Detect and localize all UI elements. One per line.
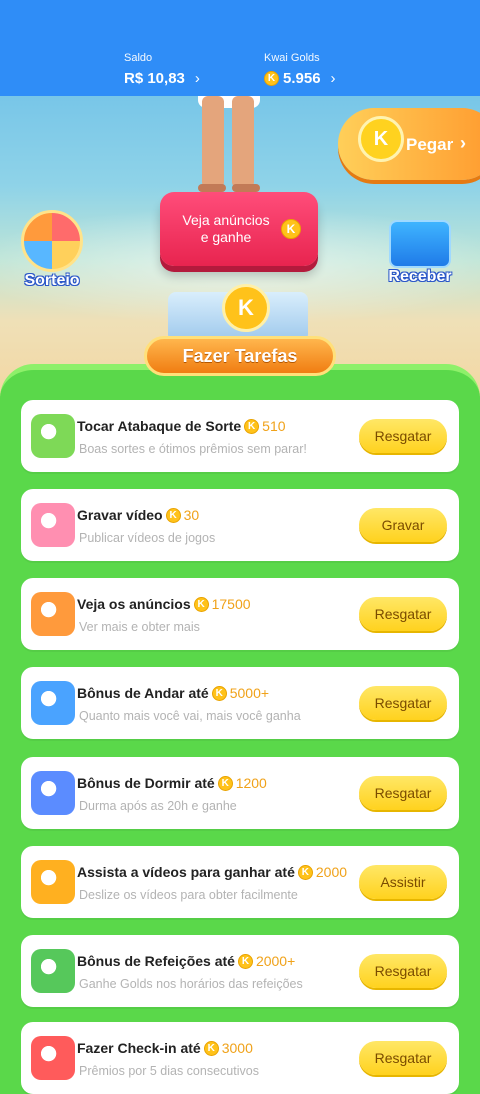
chevron-right-icon: › <box>194 70 200 87</box>
watch-ads-button[interactable]: Veja anúncios e ganhe K <box>160 192 318 266</box>
sorteio-button[interactable]: Sorteio <box>12 210 92 290</box>
task-subtitle: Quanto mais você vai, mais você ganha <box>79 709 301 723</box>
calendar-icon <box>31 1036 75 1080</box>
tv-ad-icon <box>31 592 75 636</box>
task-subtitle: Ganhe Golds nos horários das refeições <box>79 977 303 991</box>
pegar-label: Pegar <box>406 135 454 154</box>
task-reward-amount: 2000+ <box>255 953 296 969</box>
k-coin-icon: K <box>244 418 260 434</box>
task-reward-amount: 2000 <box>315 864 348 880</box>
tasks-banner-title: Fazer Tarefas <box>144 336 336 376</box>
pegar-button[interactable]: K Pegar › <box>338 108 480 180</box>
task-title-row: Bônus de Refeições até K 2000+ <box>77 953 295 969</box>
task-reward-amount: 30 <box>183 507 200 523</box>
task-title: Tocar Atabaque de Sorte <box>77 418 242 434</box>
camera-record-icon <box>31 503 75 547</box>
task-title-row: Assista a vídeos para ganhar até K 2000 <box>77 864 347 880</box>
task-title-row: Bônus de Andar até K 5000+ <box>77 685 269 701</box>
watch-ads-label: Veja anúncios e ganhe <box>182 212 270 245</box>
saldo-value: R$ 10,83 <box>124 70 185 87</box>
task-action-button[interactable]: Gravar <box>359 508 447 542</box>
task-card: Bônus de Andar até K 5000+ Quanto mais você… <box>21 667 459 739</box>
meal-icon <box>31 949 75 993</box>
task-title: Fazer Check-in até <box>77 1040 201 1056</box>
task-action-button[interactable]: Resgatar <box>359 776 447 810</box>
task-title: Gravar vídeo <box>77 507 163 523</box>
task-action-button[interactable]: Resgatar <box>359 597 447 631</box>
tasks-banner: K Fazer Tarefas <box>110 284 370 384</box>
chevron-right-icon: › <box>330 70 336 87</box>
task-subtitle: Publicar vídeos de jogos <box>79 531 216 545</box>
task-card: Assista a vídeos para ganhar até K 2000 Des… <box>21 846 459 918</box>
k-coin-icon: K <box>165 507 181 523</box>
task-card: Gravar vídeo K 30 Publicar vídeos de jogos G… <box>21 489 459 561</box>
task-title: Bônus de Refeições até <box>77 953 235 969</box>
receber-label: Receber <box>388 268 452 285</box>
task-action-button[interactable]: Resgatar <box>359 1041 447 1075</box>
k-coin-icon: K <box>358 116 404 162</box>
task-subtitle: Durma após as 20h e ganhe <box>79 799 237 813</box>
task-subtitle: Ver mais e obter mais <box>79 620 200 634</box>
k-coin-icon: K <box>217 775 233 791</box>
k-coin-icon: K <box>211 685 227 701</box>
k-coin-icon: K <box>222 284 270 332</box>
task-card: Fazer Check-in até K 3000 Prêmios por 5 dia… <box>21 1022 459 1094</box>
saldo-balance[interactable]: Saldo R$ 10,83 › <box>124 52 200 87</box>
receber-button[interactable]: Receber <box>380 220 460 286</box>
task-card: Veja os anúncios K 17500 Ver mais e obter m… <box>21 578 459 650</box>
task-title-row: Tocar Atabaque de Sorte K 510 <box>77 418 286 434</box>
walking-icon <box>31 681 75 725</box>
task-reward-amount: 1200 <box>235 775 267 791</box>
task-action-button[interactable]: Assistir <box>359 865 447 899</box>
task-action-button[interactable]: Resgatar <box>359 954 447 988</box>
task-title: Bônus de Andar até <box>77 685 209 701</box>
drum-icon <box>31 414 75 458</box>
task-reward-amount: 3000 <box>221 1040 253 1056</box>
golds-label: Kwai Golds <box>264 52 320 64</box>
k-coin-icon: K <box>264 71 279 86</box>
sorteio-label: Sorteio <box>24 272 80 289</box>
saldo-label: Saldo <box>124 52 153 64</box>
task-action-button[interactable]: Resgatar <box>359 419 447 453</box>
task-card: Tocar Atabaque de Sorte K 510 Boas sortes e… <box>21 400 459 472</box>
task-reward-amount: 510 <box>262 418 286 434</box>
balance-bar: Saldo R$ 10,83 › Kwai Golds K 5.956 › <box>0 0 480 96</box>
k-coin-icon: K <box>281 219 301 239</box>
gift-box-icon <box>389 220 451 268</box>
character-illustration <box>198 96 260 192</box>
task-card: Bônus de Dormir até K 1200 Durma após as 20… <box>21 757 459 829</box>
k-coin-icon: K <box>237 953 253 969</box>
task-subtitle: Prêmios por 5 dias consecutivos <box>79 1064 259 1078</box>
golds-value: 5.956 <box>283 70 321 87</box>
moon-sleep-icon <box>31 771 75 815</box>
task-title: Assista a vídeos para ganhar até <box>77 864 295 880</box>
task-title-row: Bônus de Dormir até K 1200 <box>77 775 267 791</box>
k-coin-icon: K <box>193 596 209 612</box>
task-reward-amount: 5000+ <box>229 685 270 701</box>
task-subtitle: Deslize os vídeos para obter facilmente <box>79 888 298 902</box>
task-title-row: Veja os anúncios K 17500 <box>77 596 251 612</box>
task-card: Bônus de Refeições até K 2000+ Ganhe Golds … <box>21 935 459 1007</box>
task-action-button[interactable]: Resgatar <box>359 686 447 720</box>
task-title-row: Fazer Check-in até K 3000 <box>77 1040 253 1056</box>
chevron-right-icon: › <box>460 133 466 153</box>
kwai-golds-balance[interactable]: Kwai Golds K 5.956 › <box>264 52 336 87</box>
task-reward-amount: 17500 <box>211 596 251 612</box>
k-coin-icon: K <box>203 1040 219 1056</box>
task-title: Veja os anúncios <box>77 596 191 612</box>
prize-wheel-icon <box>21 210 83 272</box>
task-title: Bônus de Dormir até <box>77 775 215 791</box>
task-title-row: Gravar vídeo K 30 <box>77 507 199 523</box>
task-subtitle: Boas sortes e ótimos prêmios sem parar! <box>79 442 307 456</box>
video-camera-icon <box>31 860 75 904</box>
k-coin-icon: K <box>297 864 313 880</box>
